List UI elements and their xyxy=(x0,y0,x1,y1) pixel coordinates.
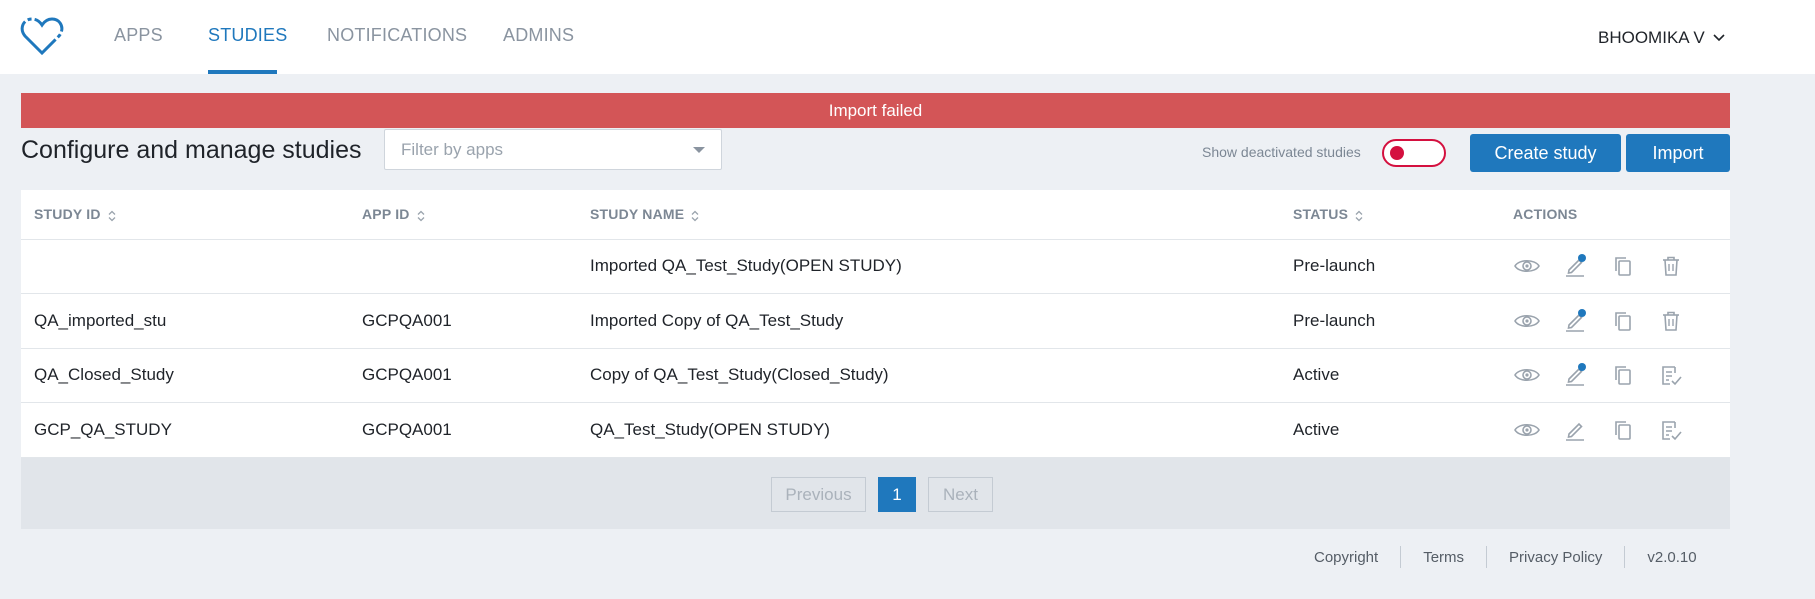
sort-icon xyxy=(1355,210,1363,221)
cell-app-id: GCPQA001 xyxy=(349,293,577,349)
row-actions xyxy=(1513,308,1730,333)
header-study-name[interactable]: STUDY NAME xyxy=(577,190,1280,240)
edit-icon[interactable] xyxy=(1561,254,1589,278)
footer-divider xyxy=(1400,546,1402,568)
nav-studies[interactable]: STUDIES xyxy=(208,25,287,46)
table-row: QA_imported_stu GCPQA001 Imported Copy of … xyxy=(21,293,1730,349)
copy-icon[interactable] xyxy=(1609,418,1637,442)
table-row: GCP_QA_STUDY GCPQA001 QA_Test_Study(OPEN S… xyxy=(21,402,1730,458)
view-icon[interactable] xyxy=(1513,254,1541,278)
privacy-policy-link[interactable]: Privacy Policy xyxy=(1509,549,1602,566)
checklist-icon[interactable] xyxy=(1657,418,1685,442)
cell-study-id: GCP_QA_STUDY xyxy=(21,402,349,458)
edit-icon[interactable] xyxy=(1561,363,1589,387)
sort-icon xyxy=(691,210,699,221)
nav-notifications[interactable]: NOTIFICATIONS xyxy=(327,25,467,46)
show-deactivated-toggle[interactable] xyxy=(1382,139,1446,167)
cell-study-name: Copy of QA_Test_Study(Closed_Study) xyxy=(577,348,1280,403)
page-1-button[interactable]: 1 xyxy=(878,477,916,512)
import-failed-alert: Import failed xyxy=(21,93,1730,128)
cell-status: Active xyxy=(1280,402,1500,458)
nav-admins[interactable]: ADMINS xyxy=(503,25,574,46)
footer: Copyright Terms Privacy Policy v2.0.10 xyxy=(1314,546,1697,568)
cell-app-id: GCPQA001 xyxy=(349,402,577,458)
chevron-down-icon xyxy=(1713,34,1725,42)
cell-study-id: QA_imported_stu xyxy=(21,293,349,349)
cell-status: Pre-launch xyxy=(1280,239,1500,294)
cell-status: Pre-launch xyxy=(1280,293,1500,349)
heart-logo-icon[interactable] xyxy=(20,15,64,57)
table-row: QA_Closed_Study GCPQA001 Copy of QA_Test_S… xyxy=(21,348,1730,403)
cell-actions xyxy=(1500,293,1730,349)
table-body: Imported QA_Test_Study(OPEN STUDY) Pre-la… xyxy=(21,239,1730,458)
cell-study-name: Imported Copy of QA_Test_Study xyxy=(577,293,1280,349)
cell-actions xyxy=(1500,239,1730,294)
delete-icon[interactable] xyxy=(1657,309,1685,333)
header-label: STATUS xyxy=(1293,206,1349,223)
cell-study-id xyxy=(21,239,349,294)
cell-app-id: GCPQA001 xyxy=(349,348,577,403)
show-deactivated-label: Show deactivated studies xyxy=(1202,144,1361,160)
header-status[interactable]: STATUS xyxy=(1280,190,1500,240)
checklist-icon[interactable] xyxy=(1657,363,1685,387)
footer-divider xyxy=(1486,546,1488,568)
import-button[interactable]: Import xyxy=(1626,134,1730,172)
alert-message: Import failed xyxy=(828,100,923,120)
cell-actions xyxy=(1500,348,1730,403)
filter-input[interactable] xyxy=(385,130,721,169)
sort-icon xyxy=(108,210,116,221)
view-icon[interactable] xyxy=(1513,418,1541,442)
table-header-row: STUDY ID APP ID STUDY NAME STATUS ACTION… xyxy=(21,190,1730,240)
sort-icon xyxy=(417,210,425,221)
copy-icon[interactable] xyxy=(1609,254,1637,278)
edit-badge-dot xyxy=(1578,308,1586,317)
previous-page-button[interactable]: Previous xyxy=(771,477,866,512)
row-actions xyxy=(1513,254,1730,278)
version-label: v2.0.10 xyxy=(1647,548,1697,566)
copy-icon[interactable] xyxy=(1609,363,1637,387)
header-app-id[interactable]: APP ID xyxy=(349,190,577,240)
cell-study-name: QA_Test_Study(OPEN STUDY) xyxy=(577,402,1280,458)
cell-actions xyxy=(1500,402,1730,458)
view-icon[interactable] xyxy=(1513,363,1541,387)
toggle-knob xyxy=(1390,146,1404,160)
caret-down-icon xyxy=(693,147,705,153)
edit-icon[interactable] xyxy=(1561,418,1589,442)
cell-study-name: Imported QA_Test_Study(OPEN STUDY) xyxy=(577,239,1280,294)
row-actions xyxy=(1513,363,1730,387)
cell-study-id: QA_Closed_Study xyxy=(21,348,349,403)
copyright-link[interactable]: Copyright xyxy=(1314,549,1378,566)
table-row: Imported QA_Test_Study(OPEN STUDY) Pre-la… xyxy=(21,239,1730,294)
active-tab-indicator xyxy=(208,70,277,74)
header-actions: ACTIONS xyxy=(1500,190,1730,240)
header-label: STUDY NAME xyxy=(590,206,685,223)
page-title: Configure and manage studies xyxy=(21,136,362,164)
create-study-button[interactable]: Create study xyxy=(1470,134,1621,172)
cell-status: Active xyxy=(1280,348,1500,403)
header-label: STUDY ID xyxy=(34,206,101,223)
nav-apps[interactable]: APPS xyxy=(114,25,163,46)
next-page-button[interactable]: Next xyxy=(928,477,993,512)
terms-link[interactable]: Terms xyxy=(1423,549,1464,566)
footer-divider xyxy=(1624,546,1626,568)
cell-app-id xyxy=(349,239,577,294)
edit-icon[interactable] xyxy=(1561,308,1589,333)
delete-icon[interactable] xyxy=(1657,254,1685,278)
filter-by-apps-dropdown[interactable] xyxy=(384,129,722,170)
studies-table: STUDY ID APP ID STUDY NAME STATUS ACTION… xyxy=(21,190,1730,458)
top-navbar: APPS STUDIES NOTIFICATIONS ADMINS BHOOMI… xyxy=(0,0,1815,74)
view-icon[interactable] xyxy=(1513,309,1541,333)
user-menu[interactable]: BHOOMIKA V xyxy=(1598,28,1725,48)
copy-icon[interactable] xyxy=(1609,309,1637,333)
header-label: APP ID xyxy=(362,206,410,223)
user-name: BHOOMIKA V xyxy=(1598,28,1705,47)
header-study-id[interactable]: STUDY ID xyxy=(21,190,349,240)
pagination: Previous 1 Next xyxy=(21,458,1730,529)
row-actions xyxy=(1513,418,1730,442)
